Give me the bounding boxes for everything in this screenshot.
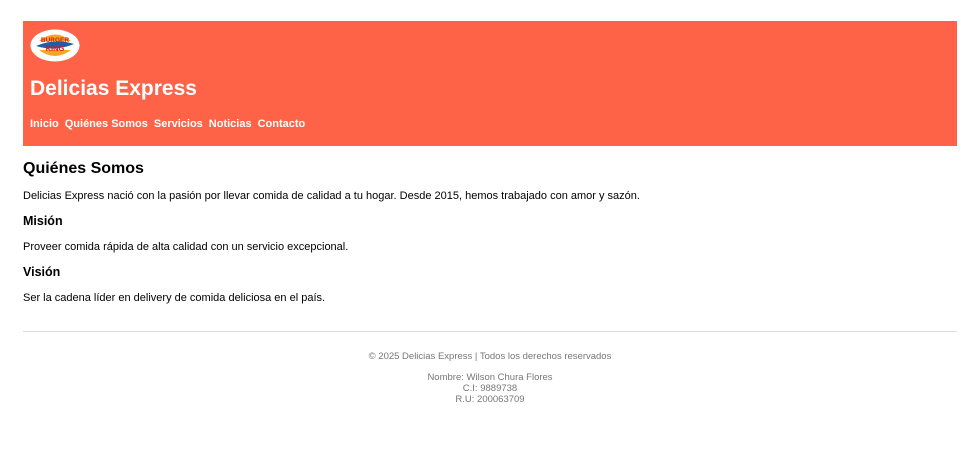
main-content: Quiénes Somos Delicias Express nació con… <box>23 146 957 326</box>
footer-copyright: © 2025 Delicias Express | Todos los dere… <box>368 351 612 362</box>
nav-item-noticias[interactable]: Noticias <box>209 117 252 131</box>
site-header: BURGER KING Delicias Express Inicio Quié… <box>23 21 957 146</box>
footer-divider <box>23 331 957 332</box>
nav-item-contacto[interactable]: Contacto <box>258 117 306 131</box>
nav-item-quienes-somos[interactable]: Quiénes Somos <box>65 117 148 131</box>
footer-author-name: Nombre: Wilson Chura Flores <box>427 372 553 383</box>
page-title: Quiénes Somos <box>23 160 144 177</box>
footer-author-ru: R.U: 200063709 <box>455 394 525 405</box>
logo-text-top: BURGER <box>41 37 69 44</box>
nav-item-inicio[interactable]: Inicio <box>30 117 59 131</box>
nav-item-servicios[interactable]: Servicios <box>154 117 203 131</box>
footer-author-ci: C.I: 9889738 <box>462 383 518 394</box>
burger-king-logo[interactable]: BURGER KING <box>30 29 80 62</box>
vision-heading: Visión <box>23 265 61 279</box>
vision-text: Ser la cadena líder en delivery de comid… <box>23 292 326 304</box>
site-footer: © 2025 Delicias Express | Todos los dere… <box>23 351 957 405</box>
mission-text: Proveer comida rápida de alta calidad co… <box>23 241 349 253</box>
intro-text: Delicias Express nació con la pasión por… <box>23 190 640 202</box>
page-container: BURGER KING Delicias Express Inicio Quié… <box>23 21 957 405</box>
mission-heading: Misión <box>23 214 63 228</box>
logo-text-bottom: KING <box>46 44 65 53</box>
footer-author-info: Nombre: Wilson Chura Flores C.I: 9889738… <box>23 372 957 405</box>
site-title: Delicias Express <box>30 77 197 100</box>
main-nav: Inicio Quiénes Somos Servicios Noticias … <box>30 117 305 131</box>
